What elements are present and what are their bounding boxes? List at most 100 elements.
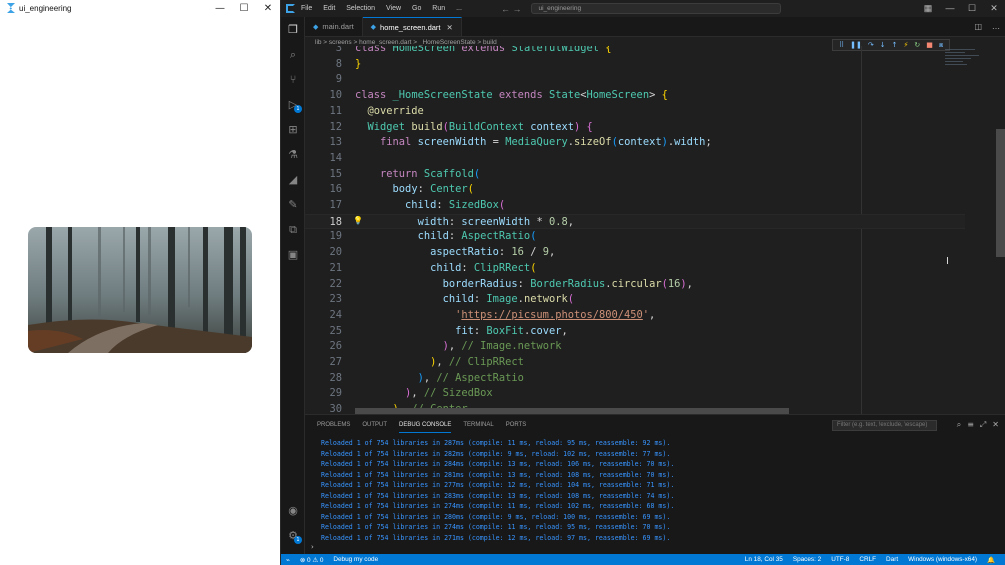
dart-file-icon: ◆: [313, 23, 319, 31]
code-editor[interactable]: 3 class HomeScreen extends StatefulWidget…: [305, 46, 965, 414]
maximize-panel-icon[interactable]: ⤢: [980, 420, 986, 430]
account-icon[interactable]: ◉: [281, 498, 305, 523]
code-line: 28 ), // AspectRatio: [329, 371, 524, 384]
code-line: 26 ), // Image.network: [329, 340, 562, 353]
minimap[interactable]: [945, 47, 985, 107]
console-line: Reloaded 1 of 754 libraries in 280ms (co…: [321, 512, 671, 521]
lightbulb-icon[interactable]: 💡: [353, 216, 363, 225]
notifications-bell-icon[interactable]: 🔔: [987, 556, 995, 564]
source-control-icon[interactable]: ⑂: [281, 67, 305, 92]
device-selector[interactable]: Windows (windows-x64): [908, 556, 977, 564]
search-icon[interactable]: ⌕: [281, 42, 305, 67]
language-mode[interactable]: Dart: [886, 556, 898, 564]
encoding[interactable]: UTF-8: [831, 556, 849, 564]
console-filter-input[interactable]: Filter (e.g. text, !exclude, \escape): [832, 420, 937, 431]
menu-view[interactable]: View: [386, 5, 401, 12]
clear-console-icon[interactable]: ≡: [967, 420, 974, 430]
console-line: Reloaded 1 of 754 libraries in 274ms (co…: [321, 523, 671, 531]
console-line: Reloaded 1 of 754 libraries in 287ms (co…: [321, 439, 671, 447]
command-center-search[interactable]: ui_engineering: [531, 3, 782, 14]
console-line: Reloaded 1 of 754 libraries in 281ms (co…: [321, 470, 675, 479]
close-button[interactable]: ✕: [256, 3, 280, 14]
menu-edit[interactable]: Edit: [323, 5, 335, 12]
window-controls: ▦ — ☐ ✕: [917, 3, 1005, 14]
edit-icon[interactable]: ✎: [281, 192, 305, 217]
debug-status[interactable]: Debug my code: [333, 556, 378, 563]
close-panel-icon[interactable]: ✕: [992, 420, 999, 430]
vertical-scrollbar[interactable]: [996, 129, 1005, 257]
minimize-button[interactable]: —: [939, 3, 961, 14]
flutter-icon: [7, 3, 15, 13]
console-input-chevron-icon[interactable]: ›: [311, 543, 314, 551]
indentation[interactable]: Spaces: 2: [793, 556, 821, 564]
editor-tabs: ◆ main.dart ◆ home_screen.dart ✕ ◫ …: [305, 17, 1005, 37]
bottom-panel: PROBLEMS OUTPUT DEBUG CONSOLE TERMINAL P…: [305, 414, 1005, 554]
tab-home-screen-dart[interactable]: ◆ home_screen.dart ✕: [362, 17, 462, 36]
menu-more[interactable]: ...: [456, 5, 462, 12]
menu-selection[interactable]: Selection: [346, 5, 375, 12]
more-actions-icon[interactable]: …: [992, 22, 1000, 31]
nav-back-forward-icon[interactable]: ← →: [501, 4, 522, 14]
run-debug-icon[interactable]: ▷ 1: [281, 92, 305, 117]
menu-run[interactable]: Run: [432, 5, 445, 12]
code-line: 25 fit: BoxFit.cover,: [329, 324, 568, 337]
code-line: 13 final screenWidth = MediaQuery.sizeOf…: [329, 136, 712, 149]
forest-network-image: [28, 227, 252, 353]
explorer-icon[interactable]: ❐: [281, 17, 305, 42]
extensions-icon[interactable]: ⊞: [281, 117, 305, 142]
code-line: 9: [335, 73, 342, 86]
cursor-position[interactable]: Ln 18, Col 35: [745, 556, 783, 564]
testing-icon[interactable]: ⚗: [281, 142, 305, 167]
code-line-current: 18 width: screenWidth * 0.8,: [305, 213, 965, 230]
menu-go[interactable]: Go: [412, 5, 421, 12]
menu-file[interactable]: File: [301, 5, 312, 12]
split-editor-icon[interactable]: ◫: [974, 22, 982, 31]
debug-console-output: Reloaded 1 of 754 libraries in 287ms (co…: [321, 438, 674, 543]
status-bar: ⌁ ⊗ 0 ⚠ 0 Debug my code Ln 18, Col 35 Sp…: [281, 554, 1005, 565]
code-line: 20 aspectRatio: 16 / 9,: [329, 246, 556, 259]
remote-icon[interactable]: ⧉: [281, 217, 305, 242]
console-line: Reloaded 1 of 754 libraries in 282ms (co…: [321, 449, 671, 458]
line-endings[interactable]: CRLF: [859, 556, 876, 564]
editor-actions: ◫ …: [969, 17, 1005, 36]
code-line: 12 Widget build(BuildContext context) {: [329, 120, 593, 133]
tab-ports[interactable]: PORTS: [506, 418, 527, 432]
flutter-outline-icon[interactable]: ◢: [281, 167, 305, 192]
code-line: 19 child: AspectRatio(: [329, 230, 537, 243]
app-window-title: ui_engineering: [19, 3, 72, 13]
code-line: 15 return Scaffold(: [329, 167, 481, 180]
code-line: 8}: [335, 57, 362, 70]
app-window: ui_engineering — ☐ ✕: [0, 0, 281, 565]
vscode-logo-icon: [286, 4, 295, 13]
settings-gear-icon[interactable]: ⚙ 1: [281, 523, 305, 548]
devtools-icon[interactable]: ▣: [281, 242, 305, 267]
tab-problems[interactable]: PROBLEMS: [317, 418, 350, 432]
maximize-button[interactable]: ☐: [232, 3, 256, 14]
app-titlebar: ui_engineering — ☐ ✕: [0, 0, 280, 16]
close-tab-icon[interactable]: ✕: [447, 23, 453, 32]
tab-label: main.dart: [322, 22, 354, 31]
code-line: 16 body: Center(: [329, 183, 474, 196]
code-line: 3 class HomeScreen extends StatefulWidget…: [335, 46, 612, 54]
code-line: 10 class _HomeScreenState extends State<H…: [329, 89, 668, 102]
vscode-titlebar: File Edit Selection View Go Run ... ← → …: [281, 0, 1005, 17]
code-line: 21 child: ClipRRect(: [329, 261, 537, 274]
tab-terminal[interactable]: TERMINAL: [463, 418, 493, 432]
layout-icon[interactable]: ▦: [917, 3, 939, 14]
activity-bar: ❐ ⌕ ⑂ ▷ 1 ⊞ ⚗ ◢ ✎ ⧉ ▣ ◉ ⚙ 1: [281, 17, 305, 554]
editor-area: ◆ main.dart ◆ home_screen.dart ✕ ◫ … lib…: [305, 17, 1005, 414]
menu-bar: File Edit Selection View Go Run ...: [301, 5, 471, 12]
tab-output[interactable]: OUTPUT: [362, 418, 387, 432]
maximize-button[interactable]: ☐: [961, 3, 983, 14]
console-line: Reloaded 1 of 754 libraries in 274ms (co…: [321, 502, 675, 510]
desktop: ui_engineering — ☐ ✕ File Edit Selection…: [0, 0, 1005, 565]
minimize-button[interactable]: —: [208, 3, 232, 14]
tab-main-dart[interactable]: ◆ main.dart: [305, 17, 363, 36]
search-icon[interactable]: ⌕: [957, 420, 961, 430]
problems-status[interactable]: ⊗ 0 ⚠ 0: [300, 556, 324, 564]
code-line: 14: [329, 151, 342, 164]
remote-indicator-icon[interactable]: ⌁: [286, 556, 290, 564]
tab-debug-console[interactable]: DEBUG CONSOLE: [399, 418, 452, 433]
close-button[interactable]: ✕: [983, 3, 1005, 14]
code-line: 29 ), // SizedBox: [329, 387, 493, 400]
